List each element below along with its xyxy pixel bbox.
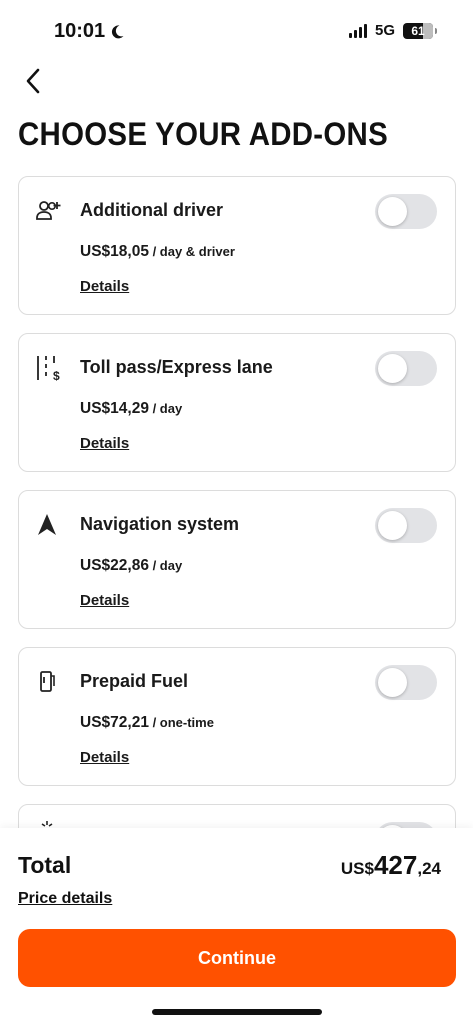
addon-name: Prepaid Fuel [80, 671, 189, 691]
addon-price: US$72,21 / one-time [80, 714, 214, 732]
add-person-icon [36, 201, 61, 220]
addon-price-unit: / day [148, 401, 183, 416]
battery-icon: 61 [403, 22, 437, 39]
addon-list: Additional driver US$18,05 / day & drive… [18, 176, 456, 804]
addon-name: Toll pass/Express lane [80, 357, 273, 377]
status-time: 10:01 [54, 20, 125, 43]
addon-toggle[interactable] [375, 194, 437, 229]
details-link[interactable]: Details [80, 592, 129, 609]
addon-price-amount: US$72,21 [80, 714, 149, 731]
details-link[interactable]: Details [80, 749, 129, 766]
page-title: CHOOSE YOUR ADD-ONS [18, 116, 389, 152]
total-whole: 427 [373, 850, 418, 880]
status-indicators: 5G 61 [348, 22, 437, 39]
battery-level: 61 [411, 23, 425, 38]
navigation-arrow-icon [38, 514, 56, 535]
home-indicator [152, 1009, 322, 1015]
addon-toggle[interactable] [375, 351, 437, 386]
total-cents: ,24 [417, 859, 441, 878]
svg-text:$: $ [53, 369, 60, 382]
fuel-pump-icon [40, 671, 55, 692]
addon-card-navigation: Navigation system US$22,86 / day Details [18, 490, 456, 629]
total-label: Total [18, 852, 72, 878]
addon-price-unit: / day [148, 558, 183, 573]
addon-toggle[interactable] [375, 665, 437, 700]
status-bar: 10:01 5G 61 [0, 0, 473, 62]
price-details-link[interactable]: Price details [18, 890, 112, 908]
addon-price-amount: US$14,29 [80, 400, 149, 417]
network-label: 5G [374, 22, 395, 39]
details-link[interactable]: Details [80, 435, 129, 452]
checkout-footer: Total US$427,24 Price details Continue [0, 828, 473, 1024]
addon-card-prepaid-fuel: Prepaid Fuel US$72,21 / one-time Details [18, 647, 456, 786]
clock-text: 10:01 [54, 20, 106, 42]
details-link[interactable]: Details [80, 278, 129, 295]
addon-price-amount: US$22,86 [80, 557, 149, 574]
moon-icon [112, 24, 124, 38]
toll-road-icon: $ [37, 356, 60, 382]
addon-price-unit: / one-time [148, 715, 214, 730]
back-button[interactable] [20, 66, 48, 96]
total-currency: US$ [340, 859, 374, 878]
addon-price: US$14,29 / day [80, 400, 182, 418]
screen: 10:01 5G 61 CHOOSE YOUR ADD-ONS Addition… [0, 0, 473, 1024]
addon-toggle[interactable] [375, 508, 437, 543]
addon-price: US$18,05 / day & driver [80, 243, 235, 261]
signal-icon [348, 23, 367, 38]
continue-button[interactable]: Continue [18, 929, 456, 987]
addon-card-additional-driver: Additional driver US$18,05 / day & drive… [18, 176, 456, 315]
addon-name: Additional driver [80, 200, 224, 220]
addon-price-unit: / day & driver [148, 244, 235, 259]
addon-price-amount: US$18,05 [80, 243, 149, 260]
addon-name: Navigation system [80, 514, 240, 534]
addon-card-toll-pass: $ Toll pass/Express lane US$14,29 / day … [18, 333, 456, 472]
total-price: US$427,24 [341, 850, 441, 881]
addon-price: US$22,86 / day [80, 557, 182, 575]
